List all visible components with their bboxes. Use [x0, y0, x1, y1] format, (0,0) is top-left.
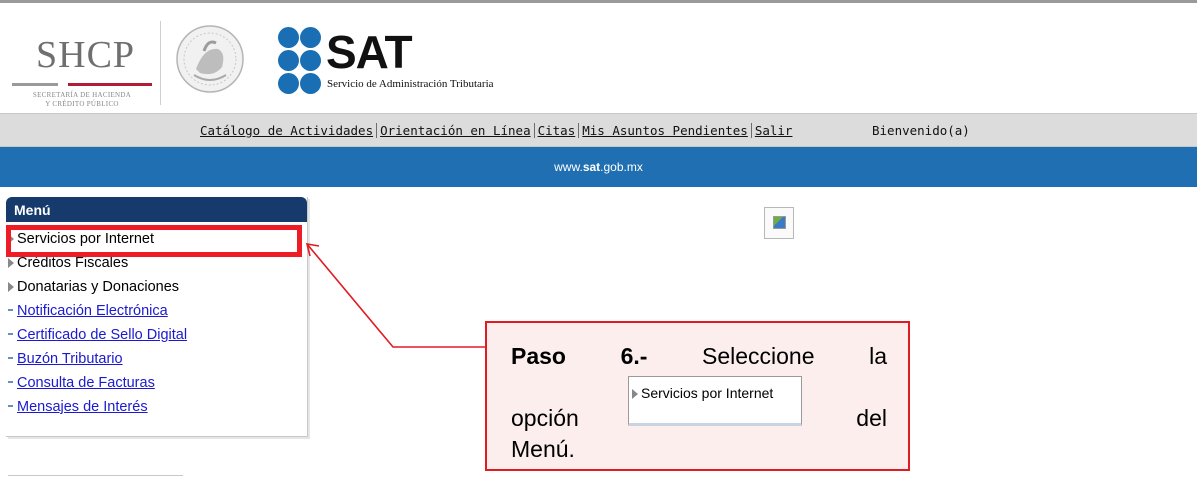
callout-text: Paso 6.- Seleccione la opción Servicios … — [511, 341, 887, 465]
sat-dot-icon — [278, 50, 299, 71]
menu-title: Menú — [6, 197, 307, 222]
bullet-dash-icon — [8, 405, 13, 407]
national-seal-icon — [176, 25, 244, 93]
nav-separator — [376, 123, 378, 138]
expand-triangle-icon — [632, 389, 638, 399]
bullet-dash-icon — [8, 309, 13, 311]
nav-link-orientacion[interactable]: Orientación en Línea — [380, 123, 531, 138]
menu-item-buzon[interactable]: Buzón Tributario — [6, 348, 307, 372]
expand-triangle-icon — [8, 258, 14, 268]
bullet-dash-icon — [8, 357, 13, 359]
shcp-logo-title: SHCP — [36, 34, 136, 76]
callout-line-3: Menú. — [511, 436, 575, 462]
image-placeholder-icon — [773, 216, 786, 229]
top-nav-bar: Catálogo de Actividades Orientación en Lí… — [0, 113, 1197, 147]
sat-dot-icon — [278, 73, 299, 94]
nav-link-catalogo[interactable]: Catálogo de Actividades — [200, 123, 373, 138]
site-url-bar: www.sat.gob.mx — [0, 147, 1197, 187]
shcp-logo: SHCP SECRETARÍA DE HACIENDA Y CRÉDITO PÚ… — [12, 33, 152, 109]
shcp-color-bar — [12, 83, 152, 86]
callout-line-1: Paso 6.- Seleccione la — [511, 343, 887, 369]
menu-item-donatarias[interactable]: Donatarias y Donaciones — [6, 276, 307, 300]
site-url: www.sat.gob.mx — [554, 160, 643, 174]
sat-dot-icon — [300, 73, 321, 94]
welcome-text: Bienvenido(a) — [872, 123, 970, 138]
menu-item-mensajes[interactable]: Mensajes de Interés — [6, 396, 307, 420]
bullet-dash-icon — [8, 333, 13, 335]
instruction-callout: Paso 6.- Seleccione la opción Servicios … — [485, 321, 910, 471]
nav-separator — [750, 123, 752, 138]
sat-logo-title: SAT — [326, 26, 413, 78]
site-header: SHCP SECRETARÍA DE HACIENDA Y CRÉDITO PÚ… — [0, 3, 1197, 113]
expand-triangle-icon — [8, 282, 14, 292]
bottom-divider — [8, 475, 183, 476]
nav-link-asuntos[interactable]: Mis Asuntos Pendientes — [582, 123, 748, 138]
inline-menu-item-image: Servicios por Internet — [628, 376, 802, 426]
header-divider — [160, 21, 161, 105]
nav-link-citas[interactable]: Citas — [538, 123, 576, 138]
shcp-logo-subtitle: SECRETARÍA DE HACIENDA Y CRÉDITO PÚBLICO — [32, 91, 132, 108]
highlight-box — [6, 225, 302, 257]
nav-links: Catálogo de Actividades Orientación en Lí… — [200, 123, 792, 138]
sat-logo: SAT Servicio de Administración Tributari… — [278, 25, 538, 95]
sat-logo-subtitle: Servicio de Administración Tributaria — [327, 78, 494, 90]
sat-dot-icon — [300, 27, 321, 48]
sat-dot-icon — [300, 50, 321, 71]
bullet-dash-icon — [8, 381, 13, 383]
menu-item-consulta-facturas[interactable]: Consulta de Facturas — [6, 372, 307, 396]
nav-separator — [578, 123, 580, 138]
sat-dot-icon — [278, 27, 299, 48]
menu-item-notificacion[interactable]: Notificación Electrónica — [6, 300, 307, 324]
callout-line-2: opción Servicios por Internet del — [511, 372, 887, 434]
nav-separator — [533, 123, 535, 138]
broken-image-icon — [764, 207, 794, 239]
menu-item-certificado[interactable]: Certificado de Sello Digital — [6, 324, 307, 348]
nav-link-salir[interactable]: Salir — [755, 123, 793, 138]
